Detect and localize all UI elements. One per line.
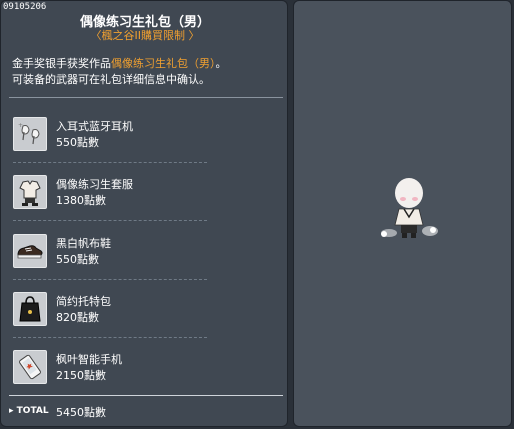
item-price: 820點數: [56, 311, 99, 324]
item-name: 入耳式蓝牙耳机: [56, 120, 133, 133]
item-price: 550點數: [56, 253, 99, 266]
smartphone-icon: [13, 350, 47, 384]
purchase-restriction: 〈楓之谷II購買限制 〉: [90, 29, 200, 42]
item-separator: [13, 337, 207, 338]
list-item[interactable]: 黑白帆布鞋 550點數: [13, 234, 213, 274]
earphones-icon: +: [13, 117, 47, 151]
item-separator: [13, 220, 207, 221]
description-line-2: 可装备的武器可在礼包详细信息中确认。: [12, 73, 210, 86]
total-divider: [9, 395, 283, 396]
sneaker-icon: [13, 234, 47, 268]
character-preview-panel: [293, 0, 512, 427]
item-name: 偶像练习生套服: [56, 178, 133, 191]
item-separator: [13, 279, 207, 280]
package-description: 金手奖银手获奖作品偶像练习生礼包（男）。 可装备的武器可在礼包详细信息中确认。: [12, 56, 282, 88]
outfit-icon: [13, 175, 47, 209]
item-separator: [13, 162, 207, 163]
character-avatar: [374, 169, 444, 249]
item-name: 黑白帆布鞋: [56, 237, 111, 250]
package-detail-panel: 09105206 偶像练习生礼包（男） 〈楓之谷II購買限制 〉 金手奖银手获奖…: [0, 0, 288, 427]
item-price: 2150點數: [56, 369, 106, 382]
item-name: 枫叶智能手机: [56, 353, 122, 366]
tote-bag-icon: [13, 292, 47, 326]
list-item[interactable]: 偶像练习生套服 1380點數: [13, 175, 213, 215]
header-divider: [9, 97, 283, 98]
list-item[interactable]: 简约托特包 820點數: [13, 292, 213, 332]
list-item[interactable]: + 入耳式蓝牙耳机 550點數: [13, 117, 213, 157]
total-label: ▸ TOTAL: [9, 406, 49, 416]
item-name: 简约托特包: [56, 295, 111, 308]
package-name-highlight: 偶像练习生礼包（男）: [111, 57, 216, 70]
description-line-1: 金手奖银手获奖作品偶像练习生礼包（男）。: [12, 57, 227, 70]
svg-text:+: +: [18, 122, 23, 129]
item-price: 550點數: [56, 136, 99, 149]
total-value: 5450點數: [56, 406, 106, 419]
item-price: 1380點數: [56, 194, 106, 207]
list-item[interactable]: 枫叶智能手机 2150點數: [13, 350, 213, 390]
